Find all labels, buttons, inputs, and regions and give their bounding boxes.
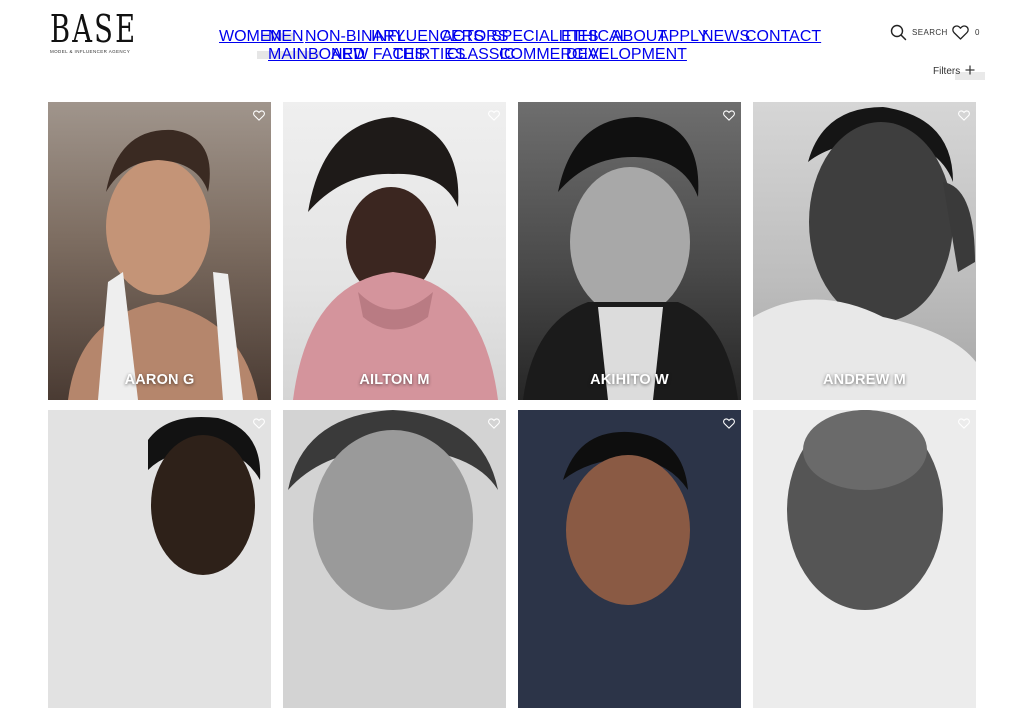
filters-toggle[interactable]: Filters xyxy=(933,65,975,78)
nav-news[interactable]: NEWS xyxy=(702,28,750,46)
favorites-count: 0 xyxy=(975,28,980,37)
portrait-silhouette xyxy=(753,107,976,400)
search-icon[interactable] xyxy=(890,24,907,46)
model-card[interactable]: AARON G xyxy=(48,102,271,400)
nav-contact[interactable]: CONTACT xyxy=(745,28,821,46)
heart-icon[interactable] xyxy=(488,416,500,434)
subnav-development[interactable]: DEVELOPMENT xyxy=(566,46,687,64)
portrait-silhouette xyxy=(288,410,498,610)
heart-icon[interactable] xyxy=(488,108,500,126)
filters-label: Filters xyxy=(933,66,961,77)
model-name: AILTON M xyxy=(359,372,430,388)
portrait-silhouette xyxy=(148,416,261,575)
heart-icon[interactable] xyxy=(253,416,265,434)
model-card[interactable] xyxy=(283,410,506,708)
model-card[interactable] xyxy=(518,410,741,708)
heart-icon[interactable] xyxy=(723,108,735,126)
model-card[interactable]: ANDREW M xyxy=(753,102,976,400)
heart-icon[interactable] xyxy=(253,108,265,126)
portrait-silhouette xyxy=(68,129,258,400)
heart-icon[interactable] xyxy=(958,416,970,434)
heart-icon[interactable] xyxy=(958,108,970,126)
model-name: AARON G xyxy=(124,372,195,388)
model-card[interactable]: AKIHITO W xyxy=(518,102,741,400)
portrait-silhouette xyxy=(787,410,943,610)
main-nav: WOMEN MEN NON-BINARY INFLUENCERS ACTORS … xyxy=(0,28,1024,45)
model-name: AKIHITO W xyxy=(590,372,669,388)
plus-icon xyxy=(965,65,975,78)
sub-nav: MAINBOARD NEW FACES THIRTIES CLASSIC COM… xyxy=(0,46,1024,63)
model-card[interactable] xyxy=(48,410,271,708)
model-name: ANDREW M xyxy=(823,372,906,388)
nav-apply[interactable]: APPLY xyxy=(658,28,708,46)
heart-icon[interactable] xyxy=(723,416,735,434)
portrait-silhouette xyxy=(563,431,690,605)
favorites-heart-icon[interactable] xyxy=(952,25,969,45)
portrait-silhouette xyxy=(523,117,738,400)
search-button[interactable]: SEARCH xyxy=(912,28,948,37)
model-card[interactable] xyxy=(753,410,976,708)
portrait-silhouette xyxy=(293,117,498,400)
model-card[interactable]: AILTON M xyxy=(283,102,506,400)
nav-men[interactable]: MEN xyxy=(268,28,304,46)
